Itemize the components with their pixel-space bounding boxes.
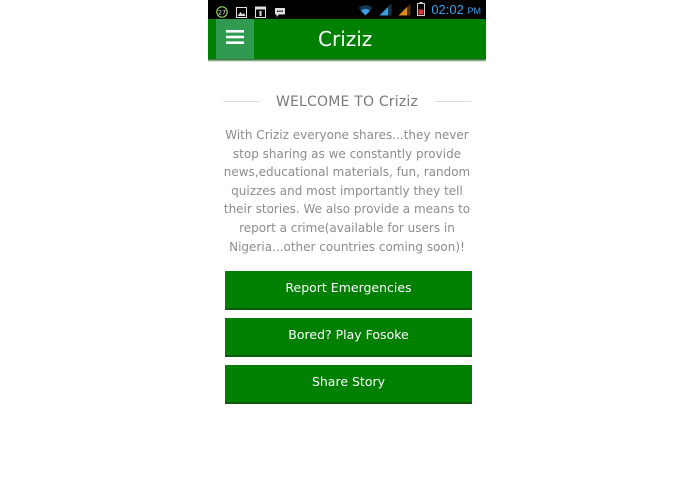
signal-icon [379,1,392,20]
menu-button[interactable] [216,19,254,59]
status-time-ampm: PM [467,6,482,16]
status-time: 02:02 PM [431,1,481,20]
report-emergencies-button[interactable]: Report Emergencies [225,271,472,310]
app-title: Criziz [318,27,373,51]
intro-text: With Criziz everyone shares...they never… [223,128,471,254]
signal-icon [398,1,411,20]
play-fosoke-button[interactable]: Bored? Play Fosoke [225,318,472,357]
status-bar: 27 02:02 PM [208,0,486,19]
app-bar: Criziz [208,19,486,59]
battery-icon [417,1,426,20]
status-time-value: 02:02 [431,2,464,17]
notification-count: 27 [218,9,226,16]
share-story-button[interactable]: Share Story [225,365,472,404]
app-bar-shadow [208,59,486,62]
welcome-heading: WELCOME TO Criziz [275,94,419,110]
phone-screen: 27 02:02 PM Criziz WELCOME TO Criziz Wit… [208,0,486,494]
welcome-heading-row: WELCOME TO Criziz [223,91,471,113]
status-bar-system: 02:02 PM [358,1,481,20]
hamburger-menu-icon [226,29,244,49]
wifi-icon [358,1,373,20]
